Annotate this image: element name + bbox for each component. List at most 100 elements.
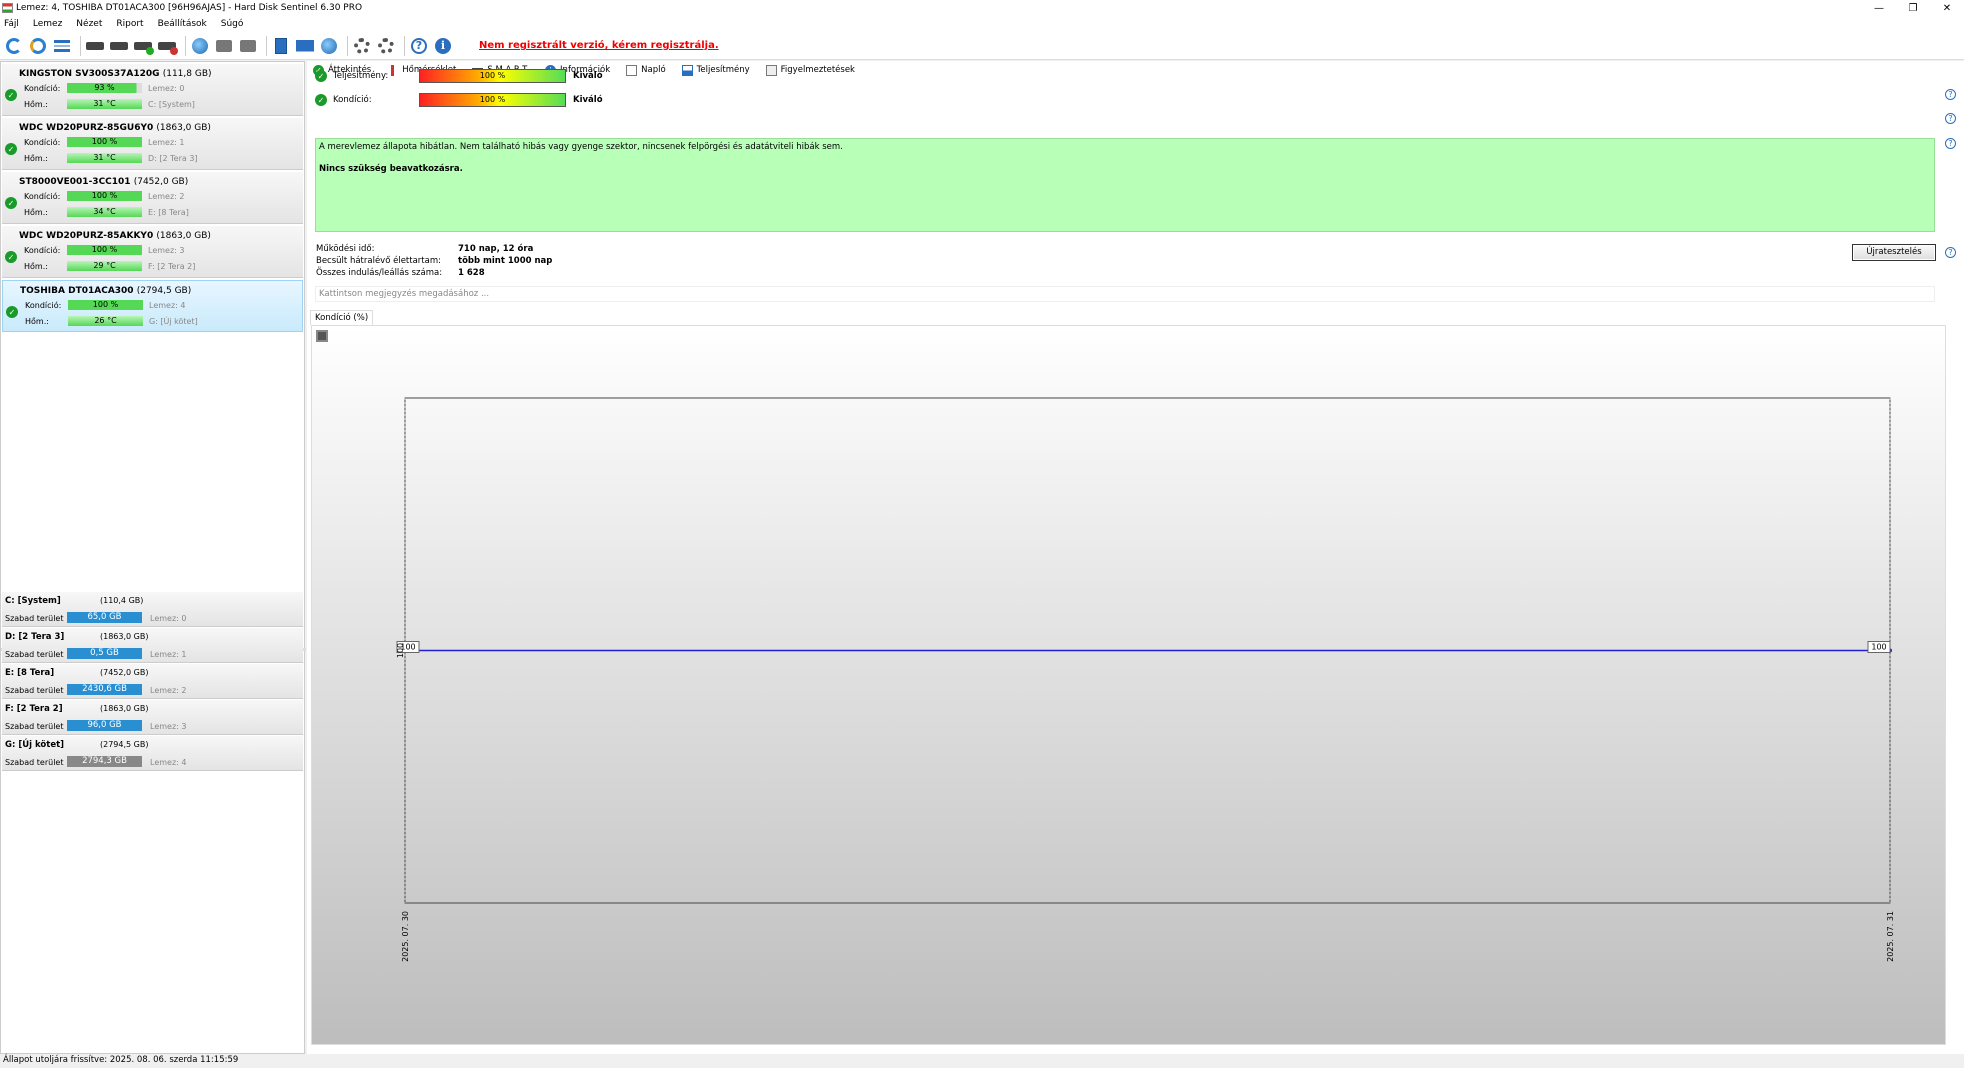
start-stop-label: Összes indulás/leállás száma: [316, 268, 443, 278]
print-button[interactable] [214, 36, 234, 56]
help-icon[interactable]: ? [1945, 113, 1956, 124]
note-field[interactable]: Kattintson megjegyzés megadásához ... [315, 286, 1935, 302]
condition-chart: 100 100 100 2025. 07. 30 2025. 07. 31 [311, 325, 1946, 1045]
condition-label: Kondíció: [333, 95, 372, 105]
settings-button[interactable] [352, 36, 372, 56]
refresh-icon [6, 37, 22, 54]
restore-button[interactable]: ❐ [1896, 0, 1930, 16]
check-icon: ✓ [6, 306, 18, 318]
web-report-button[interactable] [190, 36, 210, 56]
disk-list-panel: KINGSTON SV300S37A120G (111,8 GB) ✓ Kond… [0, 61, 306, 1054]
disk-number: Lemez: 4 [149, 301, 186, 310]
disk-item[interactable]: KINGSTON SV300S37A120G (111,8 GB) ✓ Kond… [2, 64, 303, 116]
disk-item[interactable]: TOSHIBA DT01ACA300 (2794,5 GB) ✓ Kondíci… [2, 280, 303, 332]
tab-log[interactable]: Napló [626, 64, 666, 76]
disk-alert-button[interactable] [157, 36, 178, 56]
condition-rating: Kiváló [573, 95, 603, 105]
help-icon[interactable]: ? [1945, 89, 1956, 100]
tab-label: Figyelmeztetések [780, 65, 855, 75]
check-icon: ✓ [5, 143, 17, 155]
disk-name: WDC WD20PURZ-85GU6Y0 (1863,0 GB) [19, 123, 211, 133]
performance-label: Teljesítmény: [333, 71, 389, 81]
menu-settings[interactable]: Beállítások [158, 19, 207, 29]
refresh-button[interactable] [4, 36, 24, 56]
disk-tool-button[interactable] [85, 36, 105, 56]
disk-size: (111,8 GB) [162, 69, 212, 79]
free-space-label: Szabad terület [5, 686, 64, 695]
disk-volume: G: [Új kötet] [149, 317, 198, 326]
advanced-settings-button[interactable] [376, 36, 396, 56]
chart-tab-condition[interactable]: Kondíció (%) [310, 310, 374, 325]
report-button[interactable] [271, 36, 291, 56]
temperature-bar: 31 °C [67, 153, 142, 163]
condition-label: Kondíció: [25, 301, 62, 310]
volume-item[interactable]: E: [8 Tera] (7452,0 GB) Szabad terület 2… [2, 664, 303, 699]
toolbar-separator [80, 35, 81, 56]
volume-disk: Lemez: 3 [150, 722, 187, 731]
menu-view[interactable]: Nézet [76, 19, 102, 29]
remaining-life-row: Becsült hátralévő élettartam: több mint 1… [316, 256, 552, 266]
info-icon: i [435, 37, 451, 54]
condition-bar: 93 % [67, 83, 142, 93]
volume-item[interactable]: F: [2 Tera 2] (1863,0 GB) Szabad terület… [2, 700, 303, 735]
menu-report[interactable]: Riport [116, 19, 143, 29]
tab-alerts[interactable]: Figyelmeztetések [765, 64, 855, 76]
help-icon[interactable]: ? [1945, 247, 1956, 258]
data-label: 100 [1871, 643, 1886, 652]
save-report-button[interactable] [238, 36, 258, 56]
volume-disk: Lemez: 1 [150, 650, 187, 659]
disk-item[interactable]: WDC WD20PURZ-85GU6Y0 (1863,0 GB) ✓ Kondí… [2, 118, 303, 170]
volume-disk: Lemez: 2 [150, 686, 187, 695]
free-space-bar: 0,5 GB [67, 648, 142, 659]
temperature-label: Hőm.: [24, 100, 48, 109]
check-icon: ✓ [5, 251, 17, 263]
disk-number: Lemez: 1 [148, 138, 185, 147]
disk-number: Lemez: 0 [148, 84, 185, 93]
temperature-label: Hőm.: [24, 262, 48, 271]
temperature-bar: 31 °C [67, 99, 142, 109]
disk-item[interactable]: WDC WD20PURZ-85AKKY0 (1863,0 GB) ✓ Kondí… [2, 226, 303, 278]
help-icon[interactable]: ? [1945, 138, 1956, 149]
disk-volume: D: [2 Tera 3] [148, 154, 198, 163]
about-button[interactable]: i [433, 36, 453, 56]
menu-file[interactable]: Fájl [4, 19, 19, 29]
volume-item[interactable]: D: [2 Tera 3] (1863,0 GB) Szabad terület… [2, 628, 303, 663]
toolbar: ? i Nem regisztrált verzió, kérem regisz… [0, 32, 1964, 60]
y-tick-label: 100 [396, 643, 405, 658]
temperature-label: Hőm.: [24, 154, 48, 163]
disk-test-button[interactable] [109, 36, 129, 56]
volume-disk: Lemez: 4 [150, 758, 187, 767]
menu-disk[interactable]: Lemez [33, 19, 62, 29]
retest-button[interactable]: Újratesztelés [1852, 244, 1936, 261]
register-link[interactable]: Nem regisztrált verzió, kérem regisztrál… [479, 40, 719, 51]
volume-item[interactable]: C: [System] (110,4 GB) Szabad terület 65… [2, 592, 303, 627]
tab-performance[interactable]: Teljesítmény [681, 64, 750, 76]
refresh-all-button[interactable] [28, 36, 48, 56]
free-space-bar: 2430,6 GB [67, 684, 142, 695]
volume-item[interactable]: G: [Új kötet] (2794,5 GB) Szabad terület… [2, 736, 303, 771]
mail-button[interactable] [295, 36, 315, 56]
x-tick-label: 2025. 07. 30 [401, 911, 410, 962]
help-icon: ? [411, 37, 427, 54]
uptime-value: 710 nap, 12 óra [458, 244, 534, 254]
volume-name: G: [Új kötet] [5, 740, 65, 750]
menu-help[interactable]: Súgó [221, 19, 244, 29]
temperature-bar: 29 °C [67, 261, 142, 271]
temperature-bar: 34 °C [67, 207, 142, 217]
help-button[interactable]: ? [409, 36, 429, 56]
disk-item[interactable]: ST8000VE001-3CC101 (7452,0 GB) ✓ Kondíci… [2, 172, 303, 224]
network-button[interactable] [319, 36, 339, 56]
condition-row: ✓ Kondíció: 100 % Kiváló [315, 93, 603, 107]
disk-ok-button[interactable] [133, 36, 154, 56]
list-button[interactable] [52, 36, 72, 56]
mail-icon [296, 39, 314, 52]
network-icon [321, 37, 337, 54]
close-button[interactable]: ✕ [1930, 0, 1964, 16]
chart-icon [681, 64, 693, 76]
uptime-label: Működési idő: [316, 244, 375, 254]
x-tick-label: 2025. 07. 31 [1886, 911, 1895, 962]
free-space-bar: 65,0 GB [67, 612, 142, 623]
free-space-label: Szabad terület [5, 650, 64, 659]
minimize-button[interactable]: — [1862, 0, 1896, 16]
disk-alert-icon [158, 41, 178, 55]
